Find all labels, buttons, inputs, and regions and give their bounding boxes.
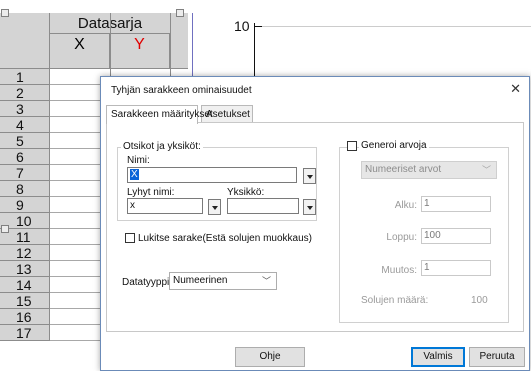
name-input[interactable]: X <box>127 167 297 183</box>
datatype-value: Numeerinen <box>173 275 228 286</box>
unit-input[interactable] <box>227 198 299 214</box>
row-number[interactable]: 17 <box>0 325 50 341</box>
name-dropdown-button[interactable] <box>303 168 316 184</box>
end-input[interactable]: 100 <box>421 228 491 244</box>
datatype-label: Datatyyppi: <box>122 277 173 288</box>
y-axis-tick <box>254 26 262 27</box>
column-properties-dialog: Tyhjän sarakkeen ominaisuudet ✕ Sarakkee… <box>100 76 530 371</box>
row-number[interactable]: 15 <box>0 293 50 309</box>
dialog-title: Tyhjän sarakkeen ominaisuudet <box>111 85 252 96</box>
row-number[interactable]: 7 <box>0 165 50 181</box>
unit-dropdown-button[interactable] <box>303 199 316 215</box>
titles-units-legend: Otsikot ja yksiköt: <box>121 141 203 152</box>
y-axis-tick-label: 10 <box>234 18 250 34</box>
table-corner <box>0 13 50 69</box>
resize-handle[interactable] <box>1 225 9 233</box>
row-number[interactable]: 5 <box>0 133 50 149</box>
short-name-dropdown-button[interactable] <box>208 199 221 215</box>
generate-values-checkbox[interactable] <box>347 141 357 151</box>
row-number[interactable]: 16 <box>0 309 50 325</box>
resize-handle[interactable] <box>1 9 9 17</box>
grid-line <box>254 26 531 27</box>
row-number[interactable]: 13 <box>0 261 50 277</box>
generate-values-label: Generoi arvoja <box>359 140 429 151</box>
chevron-down-icon: ﹀ <box>261 276 271 286</box>
cell-count-label: Solujen määrä: <box>361 295 429 306</box>
tab-column-definitions[interactable]: Sarakkeen määritykset <box>106 105 213 124</box>
row-number[interactable]: 14 <box>0 277 50 293</box>
generate-type-value: Numeeriset arvot <box>365 164 442 175</box>
start-input[interactable]: 1 <box>421 196 491 212</box>
resize-handle[interactable] <box>176 9 184 17</box>
column-header-y[interactable]: Y <box>110 34 170 69</box>
row-number[interactable]: 4 <box>0 117 50 133</box>
name-label: Nimi: <box>127 155 150 166</box>
short-name-label: Lyhyt nimi: <box>127 187 175 198</box>
unit-label: Yksikkö: <box>227 187 265 198</box>
name-value: X <box>130 169 139 180</box>
step-label: Muutos: <box>381 265 417 276</box>
row-number[interactable]: 6 <box>0 149 50 165</box>
tab-panel: Otsikot ja yksiköt: Nimi: X Lyhyt nimi: … <box>106 122 524 332</box>
chevron-down-icon: ﹀ <box>481 165 491 175</box>
end-label: Loppu: <box>386 232 417 243</box>
generate-type-select[interactable]: Numeeriset arvot ﹀ <box>361 161 497 179</box>
cancel-button[interactable]: Peruuta <box>469 347 525 367</box>
cell-count-value: 100 <box>471 295 488 306</box>
column-header-empty[interactable] <box>170 13 188 69</box>
step-input[interactable]: 1 <box>421 260 491 276</box>
lock-column-checkbox[interactable] <box>125 233 135 243</box>
lock-column-label: Lukitse sarake(Estä solujen muokkaus) <box>138 233 312 244</box>
row-number[interactable]: 9 <box>0 197 50 213</box>
row-number[interactable]: 1 <box>0 69 50 85</box>
row-number[interactable]: 3 <box>0 101 50 117</box>
datatype-select[interactable]: Numeerinen ﹀ <box>169 272 277 290</box>
start-label: Alku: <box>394 200 417 211</box>
row-number[interactable]: 8 <box>0 181 50 197</box>
close-icon[interactable]: ✕ <box>510 81 521 97</box>
ok-button[interactable]: Valmis <box>411 347 465 367</box>
column-header-x[interactable]: X <box>50 34 110 69</box>
row-number[interactable]: 12 <box>0 245 50 261</box>
short-name-input[interactable]: x <box>127 198 203 214</box>
help-button[interactable]: Ohje <box>235 347 305 367</box>
row-number[interactable]: 2 <box>0 85 50 101</box>
